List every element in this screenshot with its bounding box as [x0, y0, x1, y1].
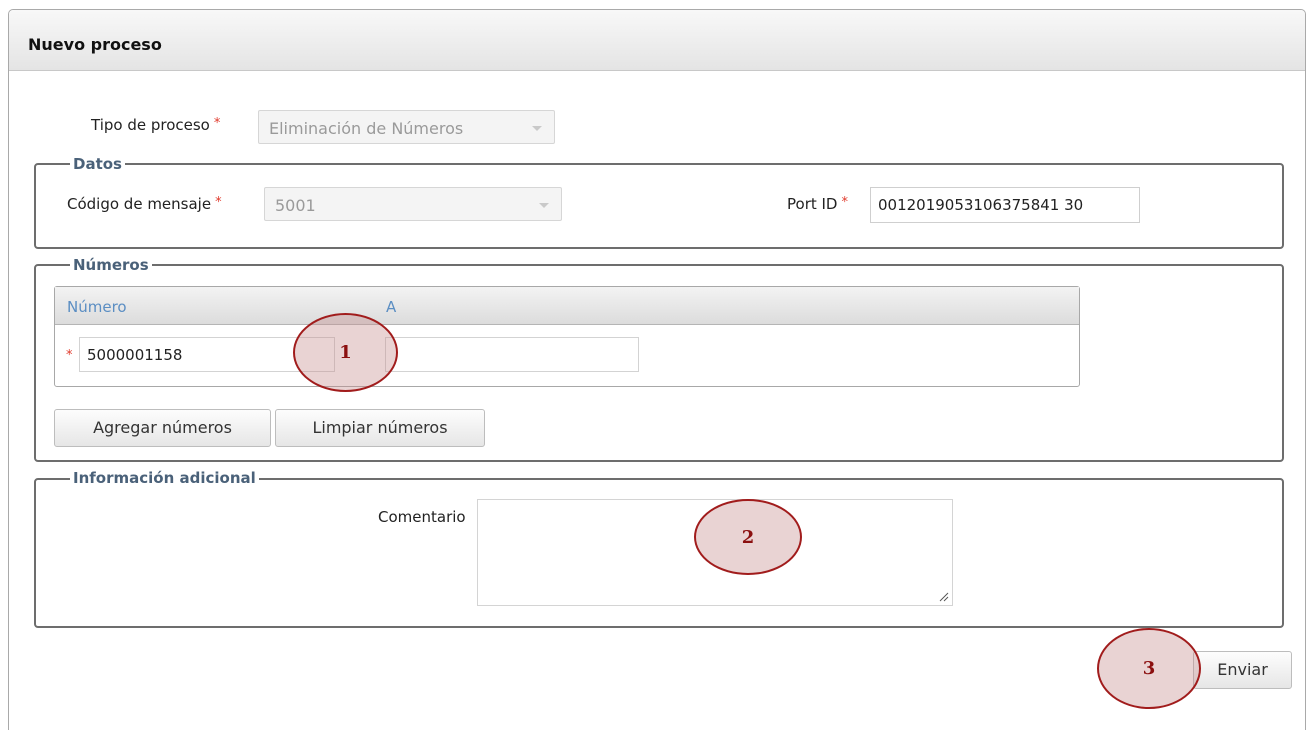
codigo-mensaje-select[interactable]: 5001	[264, 187, 562, 221]
annotation-marker-1: 1	[293, 313, 398, 392]
tipo-proceso-label-text: Tipo de proceso	[91, 116, 210, 134]
datos-legend: Datos	[70, 155, 125, 173]
codigo-mensaje-label-text: Código de mensaje	[67, 195, 212, 213]
annotation-marker-3: 3	[1097, 628, 1201, 709]
required-marker: *	[215, 195, 222, 210]
panel-header: Nuevo proceso	[9, 10, 1305, 71]
codigo-mensaje-value: 5001	[275, 196, 316, 215]
tipo-proceso-label: Tipo de proceso *	[91, 116, 220, 134]
grid-header: Número A	[55, 287, 1079, 325]
tipo-proceso-select[interactable]: Eliminación de Números	[258, 110, 555, 144]
required-marker: *	[841, 195, 848, 210]
column-header-numero[interactable]: Número	[67, 298, 127, 316]
submit-button[interactable]: Enviar	[1193, 651, 1292, 689]
numeros-legend: Números	[70, 256, 152, 274]
codigo-mensaje-label: Código de mensaje *	[67, 195, 222, 213]
annotation-marker-2: 2	[694, 499, 802, 575]
resize-handle-icon[interactable]	[937, 590, 949, 602]
info-legend: Información adicional	[70, 469, 259, 487]
port-id-label: Port ID *	[787, 195, 848, 213]
comentario-label: Comentario	[378, 508, 466, 526]
chevron-down-icon	[539, 203, 549, 208]
numero-a-input[interactable]	[385, 337, 639, 372]
numeros-grid: Número A * 5000001158	[54, 286, 1080, 387]
chevron-down-icon	[532, 126, 542, 131]
clear-numbers-button[interactable]: Limpiar números	[275, 409, 485, 447]
required-marker: *	[66, 348, 73, 363]
port-id-label-text: Port ID	[787, 195, 838, 213]
required-marker: *	[213, 116, 221, 131]
tipo-proceso-value: Eliminación de Números	[269, 119, 464, 138]
column-header-a[interactable]: A	[386, 298, 396, 316]
add-numbers-button[interactable]: Agregar números	[54, 409, 271, 447]
port-id-input[interactable]: 0012019053106375841 30	[870, 187, 1140, 223]
panel-title: Nuevo proceso	[28, 35, 162, 54]
